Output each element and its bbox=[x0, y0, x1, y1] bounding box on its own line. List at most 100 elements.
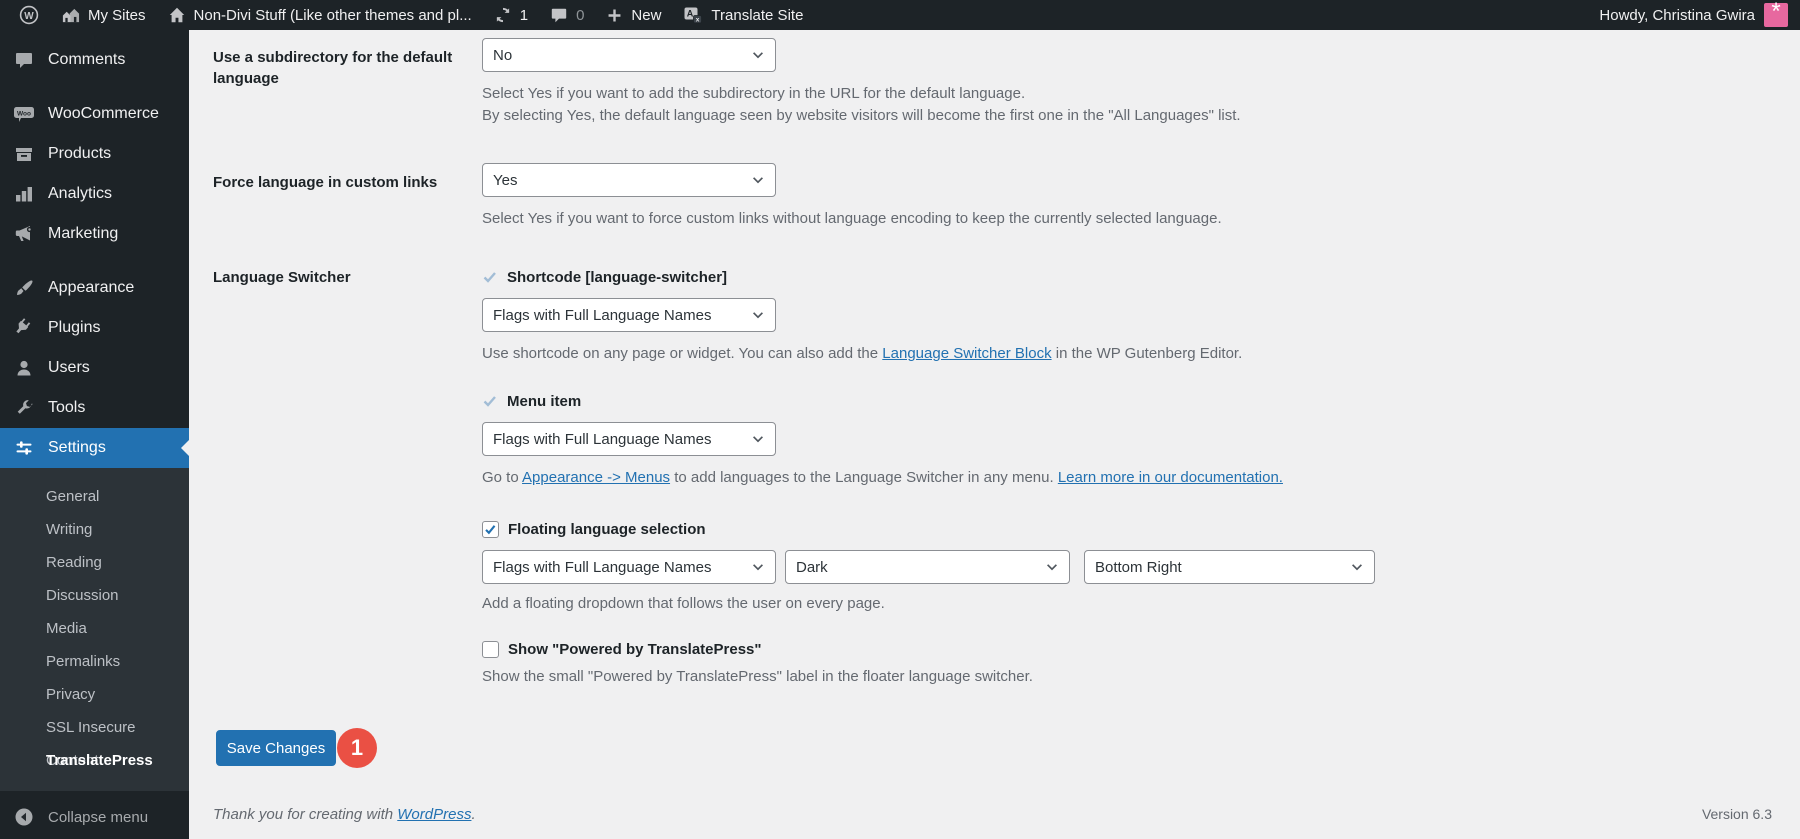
sidebar-item-comments[interactable]: Comments bbox=[0, 40, 189, 80]
sidebar-item-tools[interactable]: Tools bbox=[0, 388, 189, 428]
updates-count: 1 bbox=[520, 7, 528, 24]
settings-submenu: General Writing Reading Discussion Media… bbox=[0, 468, 189, 791]
my-sites-label: My Sites bbox=[88, 7, 146, 24]
chevron-down-icon bbox=[751, 173, 765, 187]
sidebar-item-label: Analytics bbox=[48, 185, 112, 203]
subdirectory-select[interactable]: No bbox=[482, 38, 776, 72]
collapse-menu-label: Collapse menu bbox=[48, 809, 148, 826]
sidebar-item-marketing[interactable]: Marketing bbox=[0, 214, 189, 254]
chevron-down-icon bbox=[751, 48, 765, 62]
sidebar-item-label: WooCommerce bbox=[48, 105, 159, 123]
submenu-item-discussion[interactable]: Discussion bbox=[0, 579, 189, 612]
floating-selection-description: Add a floating dropdown that follows the… bbox=[482, 593, 1760, 615]
floating-selection-title: Floating language selection bbox=[508, 521, 706, 538]
appearance-menus-link[interactable]: Appearance -> Menus bbox=[522, 469, 670, 486]
bar-chart-icon bbox=[13, 184, 35, 204]
my-sites-menu[interactable]: My Sites bbox=[50, 0, 157, 30]
my-sites-icon bbox=[61, 6, 80, 25]
submenu-item-ssl-insecure-content[interactable]: SSL Insecure Content bbox=[0, 711, 189, 744]
documentation-link[interactable]: Learn more in our documentation. bbox=[1058, 469, 1283, 486]
sidebar-item-plugins[interactable]: Plugins bbox=[0, 308, 189, 348]
sidebar-item-label: Settings bbox=[48, 439, 106, 457]
menu-item-block: Menu item Flags with Full Language Names… bbox=[482, 391, 1760, 489]
user-icon bbox=[13, 358, 35, 378]
menu-item-description: Go to Appearance -> Menus to add languag… bbox=[482, 467, 1760, 489]
force-language-select[interactable]: Yes bbox=[482, 163, 776, 197]
new-content-menu[interactable]: New bbox=[595, 0, 672, 30]
wordpress-logo-menu[interactable]: W bbox=[8, 0, 50, 30]
shortcode-title: Shortcode [language-switcher] bbox=[507, 269, 727, 286]
paintbrush-icon bbox=[13, 278, 35, 298]
description-line: By selecting Yes, the default language s… bbox=[482, 105, 1760, 127]
floating-selection-block: Floating language selection Flags with F… bbox=[482, 519, 1760, 615]
svg-text:x: x bbox=[696, 17, 700, 24]
submenu-item-writing[interactable]: Writing bbox=[0, 513, 189, 546]
floating-theme-select[interactable]: Dark bbox=[785, 550, 1070, 584]
woocommerce-icon: Woo bbox=[13, 104, 35, 124]
floating-style-select[interactable]: Flags with Full Language Names bbox=[482, 550, 776, 584]
subdirectory-description: Select Yes if you want to add the subdir… bbox=[482, 83, 1760, 127]
menu-item-style-select-value: Flags with Full Language Names bbox=[493, 431, 711, 448]
subdirectory-label: Use a subdirectory for the default langu… bbox=[213, 47, 468, 89]
sidebar-item-settings[interactable]: Settings bbox=[0, 428, 189, 468]
floating-position-select-value: Bottom Right bbox=[1095, 559, 1182, 576]
updates-menu[interactable]: 1 bbox=[483, 0, 539, 30]
menu-item-title: Menu item bbox=[507, 393, 581, 410]
avatar-glyph: * bbox=[1771, 0, 1780, 24]
description-text: in the WP Gutenberg Editor. bbox=[1052, 345, 1243, 362]
submenu-item-reading[interactable]: Reading bbox=[0, 546, 189, 579]
site-name-menu[interactable]: Non-Divi Stuff (Like other themes and pl… bbox=[157, 0, 483, 30]
force-language-select-value: Yes bbox=[493, 172, 517, 189]
subdirectory-select-value: No bbox=[493, 47, 512, 64]
force-language-label: Force language in custom links bbox=[213, 172, 468, 193]
floating-selection-checkbox[interactable] bbox=[482, 521, 499, 538]
admin-sidebar: Comments Woo WooCommerce Products Analyt… bbox=[0, 30, 189, 839]
howdy-account-menu[interactable]: Howdy, Christina Gwira bbox=[1599, 0, 1755, 30]
powered-by-checkbox[interactable] bbox=[482, 641, 499, 658]
translate-icon: A x bbox=[683, 5, 703, 25]
description-text: Use shortcode on any page or widget. You… bbox=[482, 345, 882, 362]
sidebar-item-woocommerce[interactable]: Woo WooCommerce bbox=[0, 94, 189, 134]
translate-site-menu[interactable]: A x Translate Site bbox=[672, 0, 814, 30]
avatar[interactable]: * bbox=[1764, 3, 1788, 27]
sidebar-item-label: Users bbox=[48, 359, 90, 377]
footer-period: . bbox=[471, 806, 475, 823]
save-changes-button[interactable]: Save Changes bbox=[216, 730, 336, 766]
floating-style-select-value: Flags with Full Language Names bbox=[493, 559, 711, 576]
svg-text:Woo: Woo bbox=[17, 111, 31, 118]
chevron-down-icon bbox=[751, 432, 765, 446]
new-label: New bbox=[631, 7, 661, 24]
submenu-item-privacy[interactable]: Privacy bbox=[0, 678, 189, 711]
wordpress-link[interactable]: WordPress bbox=[397, 806, 471, 823]
sidebar-item-label: Plugins bbox=[48, 319, 100, 337]
shortcode-description: Use shortcode on any page or widget. You… bbox=[482, 343, 1760, 365]
submenu-item-translatepress[interactable]: TranslatePress bbox=[0, 744, 189, 777]
megaphone-icon bbox=[13, 224, 35, 244]
sidebar-item-analytics[interactable]: Analytics bbox=[0, 174, 189, 214]
sidebar-item-users[interactable]: Users bbox=[0, 348, 189, 388]
comments-menu[interactable]: 0 bbox=[539, 0, 595, 30]
sidebar-item-label: Appearance bbox=[48, 279, 134, 297]
collapse-menu-button[interactable]: Collapse menu bbox=[0, 797, 189, 837]
products-icon bbox=[13, 144, 35, 164]
submenu-item-general[interactable]: General bbox=[0, 480, 189, 513]
sidebar-item-products[interactable]: Products bbox=[0, 134, 189, 174]
checkmark-icon bbox=[482, 269, 498, 285]
site-name-label: Non-Divi Stuff (Like other themes and pl… bbox=[194, 7, 472, 24]
chevron-down-icon bbox=[1350, 560, 1364, 574]
powered-by-description: Show the small "Powered by TranslatePres… bbox=[482, 666, 1760, 688]
shortcode-style-select[interactable]: Flags with Full Language Names bbox=[482, 298, 776, 332]
submenu-item-media[interactable]: Media bbox=[0, 612, 189, 645]
description-text: to add languages to the Language Switche… bbox=[670, 469, 1058, 486]
footer-version: Version 6.3 bbox=[1702, 806, 1772, 822]
annotation-badge-number: 1 bbox=[351, 735, 363, 761]
language-switcher-block-link[interactable]: Language Switcher Block bbox=[882, 345, 1051, 362]
floating-position-select[interactable]: Bottom Right bbox=[1084, 550, 1375, 584]
menu-item-style-select[interactable]: Flags with Full Language Names bbox=[482, 422, 776, 456]
checkmark-icon bbox=[482, 393, 498, 409]
sidebar-item-appearance[interactable]: Appearance bbox=[0, 268, 189, 308]
comments-icon bbox=[13, 50, 35, 70]
chevron-down-icon bbox=[1045, 560, 1059, 574]
floating-theme-select-value: Dark bbox=[796, 559, 828, 576]
submenu-item-permalinks[interactable]: Permalinks bbox=[0, 645, 189, 678]
